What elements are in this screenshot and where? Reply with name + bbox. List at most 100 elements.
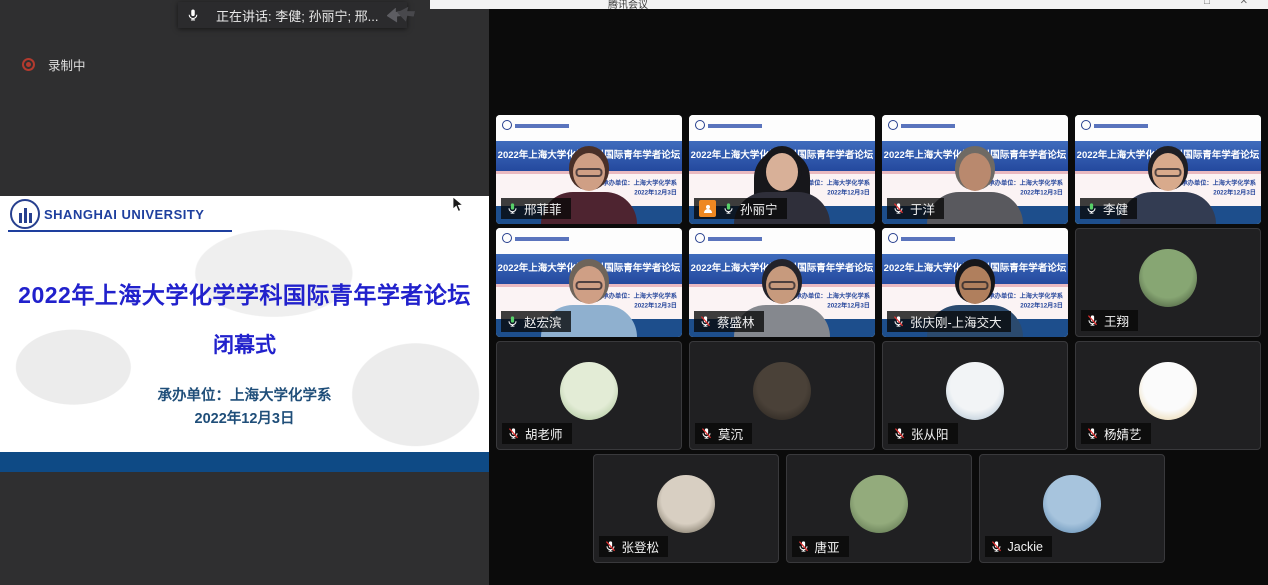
window-titlebar[interactable]: 腾讯会议 □ ✕ — [430, 0, 1268, 9]
participant-tile[interactable]: 张从阳 — [882, 341, 1068, 450]
avatar — [560, 362, 618, 420]
participant-name: 赵宏滨 — [524, 312, 562, 331]
reply-icon — [395, 4, 415, 23]
participant-tile[interactable]: 2022年上海大学化学学科国际青年学者论坛承办单位：上海大学化学系2022年12… — [689, 115, 875, 224]
video-grid-row: 张登松 唐亚 Jackie — [489, 454, 1268, 563]
participant-name: 胡老师 — [525, 424, 563, 443]
close-button[interactable]: ✕ — [1240, 0, 1248, 7]
recording-icon — [22, 58, 35, 71]
speaking-label: 正在讲话: 李健; 孙丽宁; 邢... — [216, 6, 379, 25]
mini-logo-icon — [695, 120, 705, 130]
video-grid-row: 2022年上海大学化学学科国际青年学者论坛承办单位：上海大学化学系2022年12… — [496, 115, 1268, 224]
participant-name: 莫沉 — [718, 424, 743, 443]
slide-date: 2022年12月3日 — [0, 407, 489, 428]
name-label: 邢菲菲 — [501, 198, 571, 219]
mini-logo-text — [901, 237, 955, 241]
participant-tile[interactable]: 2022年上海大学化学学科国际青年学者论坛承办单位：上海大学化学系2022年12… — [496, 228, 682, 337]
mini-logo-text — [515, 124, 569, 128]
window-title: 腾讯会议 — [608, 0, 648, 9]
name-label: 于洋 — [887, 198, 944, 219]
avatar — [1043, 475, 1101, 533]
name-label: 张从阳 — [888, 423, 958, 444]
microphone-icon — [186, 8, 200, 22]
participant-tile[interactable]: 莫沉 — [689, 341, 875, 450]
name-label: 蔡盛林 — [694, 311, 764, 332]
face — [766, 153, 798, 191]
name-label: 唐亚 — [792, 536, 849, 557]
mini-slide-header — [689, 228, 875, 254]
mic-muted-icon — [797, 540, 810, 553]
participant-tile[interactable]: 2022年上海大学化学学科国际青年学者论坛承办单位：上海大学化学系2022年12… — [1075, 115, 1261, 224]
glasses — [1155, 168, 1182, 177]
shared-screen-panel: 录制中 SHANGHAI UNIVERSITY 2022年上海大学化学学科国际青… — [0, 0, 489, 585]
university-logo-icon — [10, 199, 40, 229]
mic-muted-icon — [699, 315, 712, 328]
mic-on-icon — [722, 202, 735, 215]
mini-logo-icon — [888, 120, 898, 130]
name-label: 莫沉 — [695, 423, 752, 444]
video-grid-row: 胡老师 莫沉 张从阳 杨婧艺 — [496, 341, 1268, 450]
mini-slide-header — [882, 115, 1068, 141]
video-panel: 2022年上海大学化学学科国际青年学者论坛承办单位：上海大学化学系2022年12… — [489, 9, 1268, 585]
participant-tile[interactable]: 2022年上海大学化学学科国际青年学者论坛承办单位：上海大学化学系2022年12… — [882, 228, 1068, 337]
slide-title: 2022年上海大学化学学科国际青年学者论坛 — [0, 276, 489, 310]
name-label: 赵宏滨 — [501, 311, 571, 332]
video-grid-row: 2022年上海大学化学学科国际青年学者论坛承办单位：上海大学化学系2022年12… — [496, 228, 1268, 337]
recording-indicator: 录制中 — [22, 55, 86, 74]
participant-name: 王翔 — [1104, 311, 1129, 330]
mini-logo-icon — [695, 233, 705, 243]
mic-muted-icon — [990, 540, 1003, 553]
glasses — [769, 281, 796, 290]
participant-name: 张庆刚-上海交大 — [910, 312, 1002, 331]
participant-name: 于洋 — [910, 199, 935, 218]
mini-slide-header — [1075, 115, 1261, 141]
name-label: 张庆刚-上海交大 — [887, 311, 1011, 332]
university-logo-text: SHANGHAI UNIVERSITY — [44, 207, 204, 222]
avatar — [657, 475, 715, 533]
slide-organizer: 承办单位：上海大学化学系 — [0, 384, 489, 405]
participant-tile[interactable]: 张登松 — [593, 454, 779, 563]
name-label: Jackie — [985, 536, 1052, 557]
maximize-button[interactable]: □ — [1204, 0, 1210, 7]
mic-muted-icon — [604, 540, 617, 553]
mini-slide-header — [496, 115, 682, 141]
mini-slide-header — [882, 228, 1068, 254]
participant-name: 李健 — [1103, 199, 1128, 218]
name-label: 孙丽宁 — [694, 198, 787, 219]
participant-name: 唐亚 — [815, 537, 840, 556]
presentation-slide: SHANGHAI UNIVERSITY 2022年上海大学化学学科国际青年学者论… — [0, 196, 489, 472]
participant-name: 杨婧艺 — [1104, 424, 1142, 443]
mic-muted-icon — [507, 427, 520, 440]
mini-logo-icon — [1081, 120, 1091, 130]
participant-name: 邢菲菲 — [524, 199, 562, 218]
participant-name: 蔡盛林 — [717, 312, 755, 331]
participant-tile[interactable]: 唐亚 — [786, 454, 972, 563]
participant-tile[interactable]: 王翔 — [1075, 228, 1261, 337]
mini-logo-icon — [502, 120, 512, 130]
avatar — [1139, 362, 1197, 420]
mini-logo-text — [708, 237, 762, 241]
host-badge-icon — [699, 200, 716, 217]
speaking-banner[interactable]: 正在讲话: 李健; 孙丽宁; 邢... — [178, 2, 407, 28]
slide-subtitle: 闭幕式 — [0, 329, 489, 359]
mouse-cursor — [452, 196, 464, 213]
participant-tile[interactable]: 2022年上海大学化学学科国际青年学者论坛承办单位：上海大学化学系2022年12… — [496, 115, 682, 224]
participant-tile[interactable]: 胡老师 — [496, 341, 682, 450]
participant-tile[interactable]: 2022年上海大学化学学科国际青年学者论坛承办单位：上海大学化学系2022年12… — [882, 115, 1068, 224]
mini-slide-header — [689, 115, 875, 141]
mini-logo-text — [901, 124, 955, 128]
mic-muted-icon — [1086, 427, 1099, 440]
mini-logo-icon — [502, 233, 512, 243]
participant-name: Jackie — [1008, 540, 1043, 554]
avatar — [946, 362, 1004, 420]
participant-tile[interactable]: Jackie — [979, 454, 1165, 563]
mic-on-icon — [506, 202, 519, 215]
participant-tile[interactable]: 2022年上海大学化学学科国际青年学者论坛承办单位：上海大学化学系2022年12… — [689, 228, 875, 337]
mic-muted-icon — [893, 427, 906, 440]
participant-tile[interactable]: 杨婧艺 — [1075, 341, 1261, 450]
mini-logo-text — [708, 124, 762, 128]
name-label: 张登松 — [599, 536, 669, 557]
participant-name: 孙丽宁 — [740, 199, 778, 218]
name-label: 王翔 — [1081, 310, 1138, 331]
recording-label: 录制中 — [48, 55, 86, 74]
